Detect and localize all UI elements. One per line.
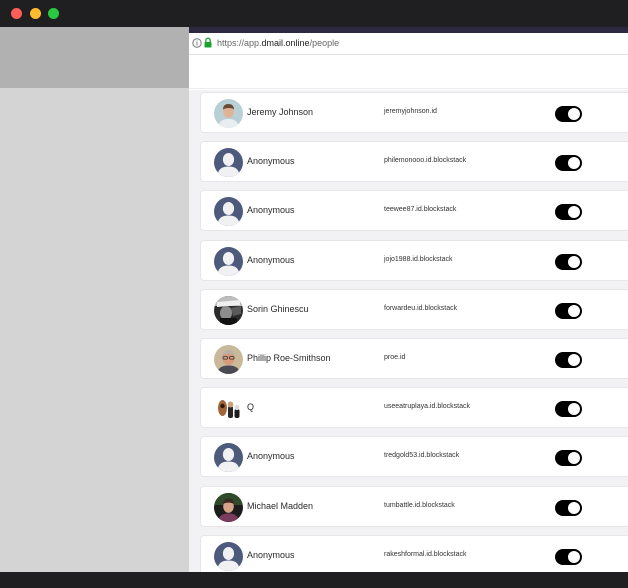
person-toggle[interactable] (555, 155, 582, 172)
toggle-knob (568, 206, 580, 219)
person-name: Q (247, 402, 255, 413)
avatar (214, 295, 243, 325)
minimize-window-button[interactable] (30, 8, 41, 19)
person-row[interactable]: Anonymous jojo1988.id.blockstack (200, 239, 628, 281)
address-bar[interactable]: https://app.dmail.online/people (189, 33, 628, 55)
person-name: Phillip Roe-Smithson (247, 353, 331, 363)
person-name: Anonymous (247, 549, 295, 560)
person-name: Anonymous (247, 205, 295, 216)
person-toggle[interactable] (555, 253, 582, 270)
person-toggle[interactable] (555, 450, 582, 467)
person-name: Michael Madden (247, 500, 314, 511)
person-row[interactable]: Quseeatruplaya.id.blockstack (200, 387, 628, 429)
page-header (189, 56, 628, 89)
person-handle: useeatruplaya.id.blockstack (384, 403, 470, 411)
toggle-knob (568, 354, 580, 366)
toggle-knob (568, 452, 580, 465)
person-name: Anonymous (247, 451, 295, 462)
person-toggle[interactable] (555, 302, 582, 319)
url-text[interactable]: https://app.dmail.online/people (217, 38, 339, 48)
close-window-button[interactable] (11, 8, 22, 19)
toggle-knob (568, 304, 580, 317)
url-scheme: https://app. (217, 38, 262, 48)
person-name: Anonymous (247, 254, 295, 265)
person-row[interactable]: Anonymous tredgold53.id.blockstack (200, 436, 628, 478)
person-handle: jeremyjohnson.id (384, 108, 437, 115)
browser-window: https://app.dmail.online/people Jeremy J… (189, 27, 628, 572)
toggle-knob (568, 255, 580, 268)
default-avatar-icon (214, 541, 243, 571)
url-host: dmail.online (261, 38, 310, 48)
person-row[interactable]: Michael Madden tumbattle.id.blockstack (200, 485, 628, 527)
avatar (214, 345, 243, 374)
person-name: Sorin Ghinescu (247, 303, 309, 314)
toggle-knob (568, 501, 580, 514)
person-name: Anonymous (247, 156, 295, 167)
person-toggle[interactable] (555, 352, 582, 368)
url-path: /people (309, 38, 340, 48)
person-toggle[interactable] (555, 499, 582, 516)
people-list: Jeremy Johnson jeremyjohnson.id Anonymous p… (189, 90, 628, 572)
toggle-knob (568, 157, 580, 170)
default-avatar-icon (214, 197, 243, 227)
person-row[interactable]: Anonymous rakeshformal.id.blockstack (200, 534, 628, 572)
avatar (214, 492, 243, 522)
window-titlebar (0, 0, 628, 27)
left-pane (0, 27, 189, 572)
person-toggle[interactable] (555, 106, 582, 122)
left-pane-header (0, 27, 189, 88)
person-handle: tredgold53.id.blockstack (384, 452, 460, 460)
person-row[interactable]: Anonymous philemonooo.id.blockstack (200, 141, 628, 183)
person-toggle[interactable] (555, 548, 582, 565)
person-handle: rakeshformal.id.blockstack (384, 550, 467, 558)
lock-icon (204, 37, 212, 48)
person-row[interactable]: Anonymous teewee87.id.blockstack (200, 190, 628, 232)
default-avatar-icon (214, 246, 243, 276)
toggle-knob (568, 550, 580, 563)
person-handle: proe.id (384, 354, 406, 361)
dock-bar (0, 572, 628, 588)
person-row[interactable]: Sorin Ghinescu forwardeu.id.blockstack (200, 288, 628, 330)
toggle-knob (568, 403, 580, 416)
person-name: Jeremy Johnson (247, 107, 314, 117)
default-avatar-icon (214, 148, 243, 178)
person-row[interactable]: Jeremy Johnson jeremyjohnson.id (200, 92, 628, 133)
info-icon[interactable] (192, 38, 202, 48)
person-handle: forwardeu.id.blockstack (384, 304, 458, 312)
toggle-knob (568, 108, 580, 120)
person-handle: philemonooo.id.blockstack (384, 157, 467, 165)
person-handle: teewee87.id.blockstack (384, 206, 457, 214)
avatar (214, 99, 243, 128)
person-toggle[interactable] (555, 204, 582, 221)
avatar (214, 394, 243, 424)
person-handle: jojo1988.id.blockstack (384, 255, 453, 263)
maximize-window-button[interactable] (48, 8, 59, 19)
person-toggle[interactable] (555, 401, 582, 418)
person-row[interactable]: Phillip Roe-Smithson proe.id (200, 338, 628, 379)
person-handle: tumbattle.id.blockstack (384, 501, 455, 509)
default-avatar-icon (214, 443, 243, 473)
